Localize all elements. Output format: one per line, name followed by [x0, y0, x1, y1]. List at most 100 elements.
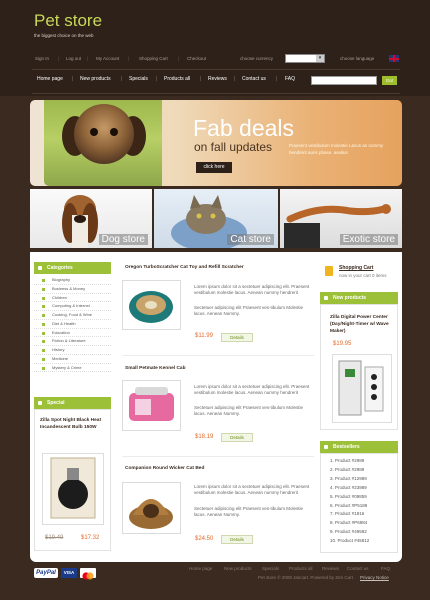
separator: | [156, 76, 158, 82]
separator: | [234, 76, 236, 82]
cat-store-tile[interactable]: Cat store [154, 189, 278, 248]
nav-specials[interactable]: Specials [129, 76, 148, 82]
banner-title: Fab deals [193, 115, 295, 141]
nav-reviews[interactable]: Reviews [208, 76, 227, 82]
bestseller-item[interactable]: 6. Product #P5189 [330, 502, 394, 511]
bestseller-item[interactable]: 3. Product #12989 [330, 475, 394, 484]
category-item[interactable]: Business & Money [34, 285, 111, 294]
category-item[interactable]: Children [34, 294, 111, 303]
product-image[interactable] [122, 482, 181, 534]
language-label: choose language [340, 56, 375, 61]
product-description-2: Sectetuer adipiscing elit Praesent ves-t… [194, 405, 304, 417]
product-image[interactable] [122, 280, 181, 330]
banner-subtitle: on fall updates [194, 140, 273, 154]
category-item[interactable]: Fiction & Literature [34, 337, 111, 346]
category-item[interactable]: Cooking, Food & Wine [34, 311, 111, 320]
nav-contact-us[interactable]: Contact us [242, 76, 266, 82]
cart-status: now in your cart 0 items [339, 273, 387, 278]
click-here-button[interactable]: click here [196, 162, 232, 173]
product-title[interactable]: Companion Round Wicker Cat Bed [125, 466, 204, 471]
bestseller-item[interactable]: 4. Product #23989 [330, 484, 394, 493]
search-input[interactable] [311, 76, 377, 85]
category-item[interactable]: Biography [34, 276, 111, 285]
tagline: the biggest choice on the web [34, 33, 94, 38]
footer-link-contact[interactable]: Contact us [347, 566, 369, 571]
nav-home[interactable]: Home page [37, 76, 63, 82]
footer-link-specials[interactable]: Specials [262, 566, 279, 571]
toplink-checkout[interactable]: Checkout [187, 56, 206, 61]
separator: | [121, 76, 123, 82]
details-button[interactable]: Details [221, 535, 253, 544]
details-button[interactable]: Details [221, 433, 253, 442]
nav-products-all[interactable]: Products all [164, 76, 190, 82]
divider [32, 93, 400, 94]
visa-logo: VISA [61, 568, 77, 578]
puppy-image [44, 100, 162, 186]
category-item[interactable]: Mystery & Crime [34, 364, 111, 373]
dog-store-tile[interactable]: Dog store [30, 189, 152, 248]
product-price: $11.99 [195, 333, 213, 339]
category-item[interactable]: Diet & Health [34, 320, 111, 329]
bestsellers-header: Bestsellers [320, 441, 398, 453]
arrow-icon [42, 322, 45, 326]
separator: | [58, 56, 60, 61]
special-price: $17.32 [81, 535, 100, 541]
category-item[interactable]: History [34, 346, 111, 355]
privacy-notice-link[interactable]: Privacy Notice [360, 575, 389, 580]
arrow-icon [42, 305, 45, 309]
arrow-icon [42, 366, 45, 370]
mastercard-logo [80, 568, 96, 580]
footer-link-new-products[interactable]: New products [224, 566, 252, 571]
product-description: Lorem ipsum dolor sit a sectetuer adipis… [194, 384, 310, 396]
exotic-store-tile[interactable]: Exotic store [280, 189, 402, 248]
product-title[interactable]: Small Petmate Kennel Cab [125, 366, 186, 371]
footer-link-products-all[interactable]: Products all [289, 566, 313, 571]
bestseller-item[interactable]: 1. Product #2989 [330, 457, 394, 466]
bestseller-item[interactable]: 7. Product #1916 [330, 510, 394, 519]
product-image[interactable] [122, 380, 181, 431]
product-title[interactable]: Oregon TurboScratcher Cat Toy and Refill… [125, 265, 244, 270]
new-product-image[interactable] [332, 354, 392, 423]
details-button[interactable]: Details [221, 333, 253, 342]
category-item[interactable]: Computing & Internet [34, 302, 111, 311]
toplink-log-out[interactable]: Log out [66, 56, 81, 61]
product-description: Lorem ipsum dolor sit a sectetuer adipis… [194, 484, 310, 496]
divider [122, 456, 314, 457]
arrow-icon [42, 287, 45, 291]
categories-header: Categories [34, 262, 111, 274]
shopping-cart-title[interactable]: Shopping Cart [339, 265, 373, 271]
toplink-sign-in[interactable]: Sign In [35, 56, 49, 61]
product-price: $24.50 [195, 536, 214, 542]
shopping-bag-icon[interactable] [325, 266, 333, 276]
logo[interactable]: Pet store [34, 11, 102, 31]
arrow-icon [42, 349, 45, 352]
product-description-2: Sectetuer adipiscing elit Praesent ves-t… [194, 305, 304, 317]
bestseller-item[interactable]: 8. Product #P6984 [330, 519, 394, 528]
nav-faq[interactable]: FAQ [285, 76, 295, 82]
bestseller-item[interactable]: 5. Product #09859 [330, 493, 394, 502]
special-product-name[interactable]: Zilla Spot Night Black Heat Incandescent… [40, 417, 106, 431]
search-go-button[interactable]: Go! [382, 76, 397, 85]
bullet-icon [324, 296, 328, 300]
bestseller-item[interactable]: 9. Product #49582 [330, 528, 394, 537]
product-description: Lorem ipsum dolor sit a sectetuer adipis… [194, 284, 310, 296]
bestseller-item[interactable]: 2. Product #2989 [330, 466, 394, 475]
bestseller-item[interactable]: 10. Product #45812 [330, 537, 394, 546]
nav-new-products[interactable]: New products [80, 76, 111, 82]
copyright: Pet store © 2008 Jancart. Powered by Zen… [258, 575, 353, 580]
bestsellers-list: 1. Product #2989 2. Product #2989 3. Pro… [330, 457, 394, 546]
footer-link-faq[interactable]: FAQ [381, 566, 390, 571]
footer-link-reviews[interactable]: Reviews [322, 566, 339, 571]
uk-flag-icon[interactable] [389, 55, 399, 62]
special-product-image[interactable] [42, 453, 104, 525]
toplink-my-account[interactable]: My Account [96, 56, 119, 61]
category-item[interactable]: Education [34, 329, 111, 338]
currency-select[interactable]: ▾ [285, 54, 325, 63]
special-header: Special [34, 397, 111, 409]
category-item[interactable]: Medicine [34, 355, 111, 364]
toplink-shopping-cart[interactable]: Shopping Cart [139, 56, 168, 61]
currency-label: choose currency [240, 56, 274, 61]
new-product-name[interactable]: Zilla Digital Power Center (Day/Night-Ti… [330, 314, 396, 335]
special-old-price: $19.49 [45, 535, 64, 541]
footer-link-home[interactable]: Home page [189, 566, 212, 571]
